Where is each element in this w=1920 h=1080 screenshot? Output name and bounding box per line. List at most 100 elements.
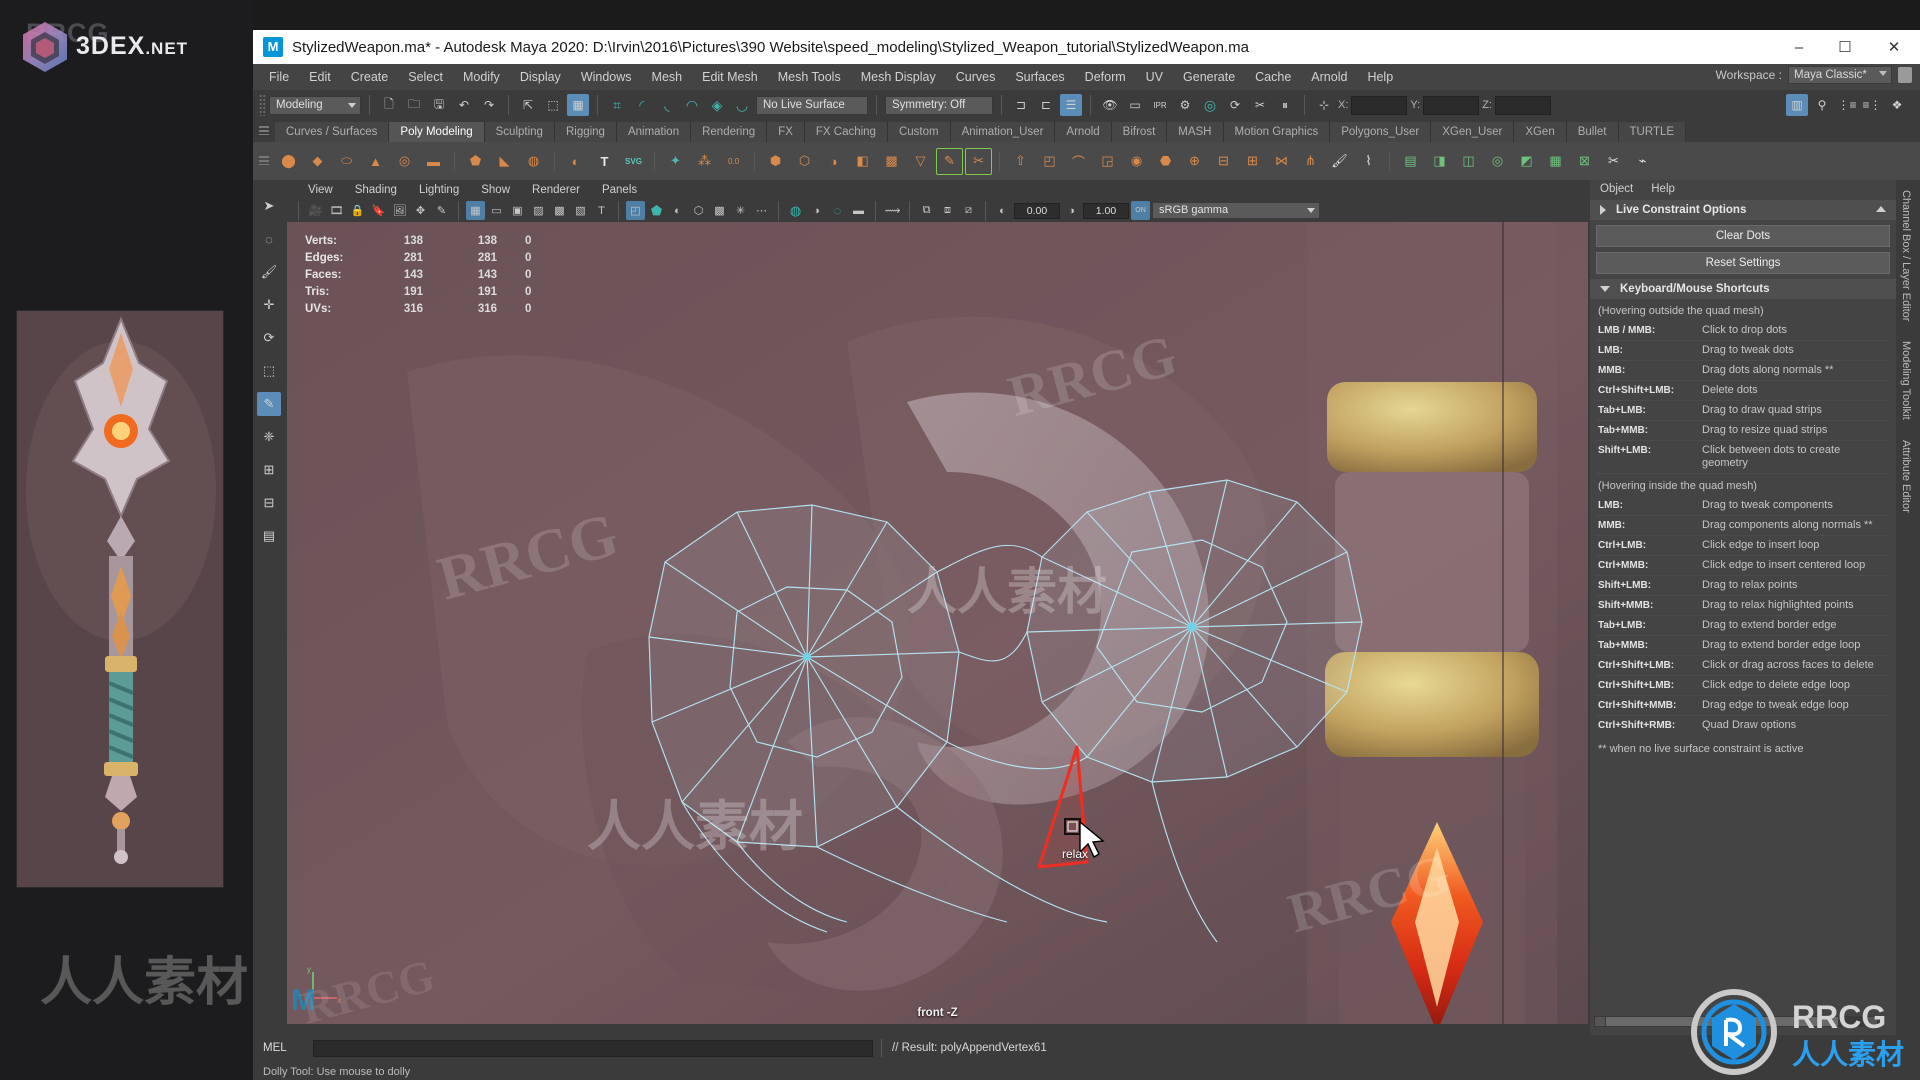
- menu-mesh-display[interactable]: Mesh Display: [851, 66, 946, 88]
- menu-mesh[interactable]: Mesh: [642, 66, 693, 88]
- shelf-tab-bifrost[interactable]: Bifrost: [1111, 122, 1168, 142]
- maximize-button[interactable]: ☐: [1822, 30, 1868, 64]
- safe-title-icon[interactable]: T: [592, 201, 611, 220]
- svg-icon[interactable]: SVG: [620, 148, 647, 175]
- exposure-value[interactable]: 0.00: [1014, 202, 1060, 219]
- shelf-tab-animation[interactable]: Animation: [616, 122, 692, 142]
- offset-edge-loop-icon[interactable]: ⊞: [1239, 148, 1266, 175]
- snap-curve-icon[interactable]: ◜: [631, 94, 653, 116]
- soft-select-icon[interactable]: ⁂: [691, 148, 718, 175]
- sculpt-soup-icon[interactable]: ◐: [562, 148, 589, 175]
- chevron-up-icon[interactable]: [1876, 206, 1886, 212]
- paint-select-tool-icon[interactable]: 🖌: [257, 260, 281, 284]
- coord-x-input[interactable]: [1351, 95, 1408, 115]
- menu-arnold[interactable]: Arnold: [1301, 66, 1357, 88]
- extrude-icon[interactable]: ⇧: [1007, 148, 1034, 175]
- lasso-select-tool-icon[interactable]: ◌: [257, 227, 281, 251]
- viewport-menu-view[interactable]: View: [297, 184, 344, 196]
- menu-surfaces[interactable]: Surfaces: [1005, 66, 1074, 88]
- open-file-icon[interactable]: 🗀: [403, 94, 425, 116]
- image-plane-icon[interactable]: 🖼: [390, 201, 409, 220]
- shelf-tab-rendering[interactable]: Rendering: [691, 122, 768, 142]
- section-live-constraint-options[interactable]: Live Constraint Options: [1590, 200, 1896, 220]
- poly-torus-icon[interactable]: ◎: [391, 148, 418, 175]
- section-keyboard-mouse-shortcuts[interactable]: Keyboard/Mouse Shortcuts: [1590, 279, 1896, 299]
- xray-active-components-icon[interactable]: ⋯: [752, 201, 771, 220]
- safe-action-icon[interactable]: ▧: [571, 201, 590, 220]
- detach-icon[interactable]: ⋔: [1297, 148, 1324, 175]
- screen-space-ao-icon[interactable]: ▬: [849, 201, 868, 220]
- text-tool-icon[interactable]: T: [591, 148, 618, 175]
- uv-spherical-icon[interactable]: ◎: [1484, 148, 1511, 175]
- resolution-gate-icon[interactable]: ▣: [508, 201, 527, 220]
- workspace-dropdown[interactable]: Maya Classic*: [1788, 66, 1892, 84]
- snap-view-plane-icon[interactable]: ◈: [706, 94, 728, 116]
- stack-layers-icon[interactable]: ❖: [1886, 94, 1908, 116]
- uv-editor-icon[interactable]: ▤: [1397, 148, 1424, 175]
- scale-tool-icon[interactable]: ⬚: [257, 359, 281, 383]
- use-all-lights-icon[interactable]: ◑: [807, 201, 826, 220]
- menuset-dropdown[interactable]: Modeling: [269, 95, 361, 115]
- quad-draw-tool-button[interactable]: ✎: [257, 392, 281, 416]
- select-component-icon[interactable]: ▦: [567, 94, 589, 116]
- motion-blur-icon[interactable]: ⟿: [883, 201, 902, 220]
- render-sequence-icon[interactable]: ▭: [1124, 94, 1146, 116]
- select-tool-icon[interactable]: ➤: [257, 194, 281, 218]
- layout-single-icon[interactable]: ⊞: [257, 458, 281, 482]
- camera-select-icon[interactable]: 🎥: [306, 201, 325, 220]
- viewport-menu-show[interactable]: Show: [470, 184, 521, 196]
- menu-cache[interactable]: Cache: [1245, 66, 1301, 88]
- bookmark-icon[interactable]: 🔖: [369, 201, 388, 220]
- menu-uv[interactable]: UV: [1136, 66, 1173, 88]
- connect-icon[interactable]: ⋈: [1268, 148, 1295, 175]
- poly-sphere-icon[interactable]: ⬤: [275, 148, 302, 175]
- append-polygon-icon[interactable]: ◲: [1094, 148, 1121, 175]
- construction-history-icon[interactable]: ☰: [1060, 94, 1082, 116]
- mirror-icon[interactable]: ◧: [849, 148, 876, 175]
- shelf-tab-fx-caching[interactable]: FX Caching: [804, 122, 888, 142]
- mel-command-input[interactable]: [313, 1039, 873, 1057]
- poly-plane-icon[interactable]: ▬: [420, 148, 447, 175]
- reduce-icon[interactable]: ▽: [907, 148, 934, 175]
- coord-z-input[interactable]: [1494, 95, 1551, 115]
- pause-render-icon[interactable]: ⏸: [1274, 94, 1296, 116]
- coord-y-input[interactable]: [1423, 95, 1480, 115]
- uv-planar-icon[interactable]: ◨: [1426, 148, 1453, 175]
- undo-icon[interactable]: ↶: [453, 94, 475, 116]
- camera-attributes-icon[interactable]: 🎞: [327, 201, 346, 220]
- snap-projected-center-icon[interactable]: ◠: [681, 94, 703, 116]
- wireframe-on-shaded-icon[interactable]: ⬡: [689, 201, 708, 220]
- viewport-3d[interactable]: Verts: 138 138 0 Edges: 281 281 0 Faces:…: [287, 222, 1588, 1024]
- color-management-toggle-icon[interactable]: ON: [1131, 201, 1150, 220]
- target-weld-icon[interactable]: ⊕: [1181, 148, 1208, 175]
- viewport-menu-lighting[interactable]: Lighting: [408, 184, 470, 196]
- quad-draw-tool-icon[interactable]: ✎: [936, 147, 963, 175]
- new-file-icon[interactable]: 🗋: [378, 94, 400, 116]
- snap-point-icon[interactable]: ◟: [656, 94, 678, 116]
- layout-two-pane-icon[interactable]: ⊟: [257, 491, 281, 515]
- shelf-tab-animation-user[interactable]: Animation_User: [950, 122, 1056, 142]
- make-live-icon[interactable]: ◡: [731, 94, 753, 116]
- shelf-tab-fx[interactable]: FX: [767, 122, 805, 142]
- gamma-value[interactable]: 1.00: [1083, 202, 1129, 219]
- merge-icon[interactable]: ◉: [1123, 148, 1150, 175]
- menu-mesh-tools[interactable]: Mesh Tools: [768, 66, 851, 88]
- shelf-tab-rigging[interactable]: Rigging: [554, 122, 617, 142]
- menu-edit[interactable]: Edit: [299, 66, 341, 88]
- last-tool-icon[interactable]: ❈: [257, 425, 281, 449]
- shelf-tab-custom[interactable]: Custom: [887, 122, 951, 142]
- shelf-tab-xgen-user[interactable]: XGen_User: [1431, 122, 1515, 142]
- shelf-tab-bullet[interactable]: Bullet: [1566, 122, 1619, 142]
- isolate-select-icon[interactable]: ⧉: [917, 201, 936, 220]
- shelf-tab-xgen[interactable]: XGen: [1514, 122, 1567, 142]
- lock-icon[interactable]: [1898, 67, 1912, 83]
- render-view-icon[interactable]: ⟳: [1224, 94, 1246, 116]
- viewport-menu-panels[interactable]: Panels: [591, 184, 648, 196]
- mel-label[interactable]: MEL: [263, 1042, 305, 1054]
- redo-icon[interactable]: ↷: [478, 94, 500, 116]
- fill-hole-icon[interactable]: ⬣: [1152, 148, 1179, 175]
- gate-mask-icon[interactable]: ▨: [529, 201, 548, 220]
- xray-icon[interactable]: ▩: [710, 201, 729, 220]
- shelf-tab-poly-modeling[interactable]: Poly Modeling: [389, 122, 485, 142]
- paint-weights-icon[interactable]: 🖌: [1326, 148, 1353, 175]
